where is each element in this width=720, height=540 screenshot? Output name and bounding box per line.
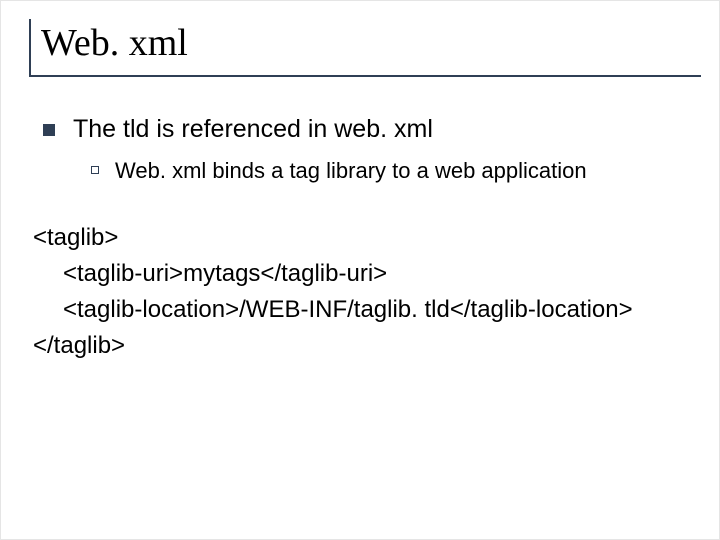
bullet-text: Web. xml binds a tag library to a web ap… bbox=[115, 158, 587, 184]
square-bullet-icon bbox=[43, 124, 55, 136]
page-title: Web. xml bbox=[41, 22, 188, 64]
code-block: <taglib> <taglib-uri>mytags</taglib-uri>… bbox=[33, 220, 691, 364]
code-line: <taglib> bbox=[33, 220, 691, 256]
list-item: The tld is referenced in web. xml bbox=[43, 115, 691, 145]
code-line: <taglib-location>/WEB-INF/taglib. tld</t… bbox=[33, 292, 691, 328]
slide-body: The tld is referenced in web. xml Web. x… bbox=[29, 115, 691, 364]
bullet-text: The tld is referenced in web. xml bbox=[73, 115, 433, 145]
slide: Web. xml The tld is referenced in web. x… bbox=[0, 0, 720, 540]
list-item: Web. xml binds a tag library to a web ap… bbox=[91, 158, 691, 184]
hollow-square-bullet-icon bbox=[91, 166, 99, 174]
title-block: Web. xml bbox=[29, 19, 701, 77]
code-line: </taglib> bbox=[33, 328, 691, 364]
code-line: <taglib-uri>mytags</taglib-uri> bbox=[33, 256, 691, 292]
